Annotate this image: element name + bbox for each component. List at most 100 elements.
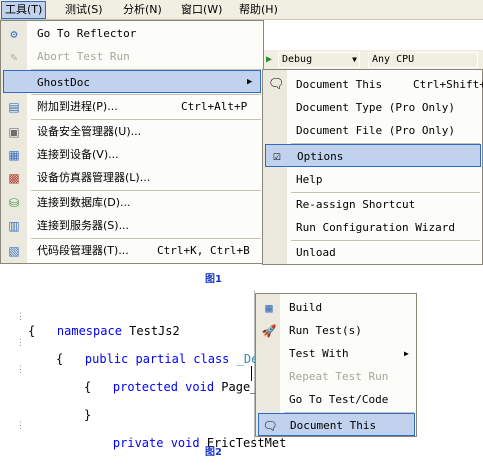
- outline-marker: ⋮: [16, 338, 25, 348]
- emulator-manager-icon: ▩: [8, 171, 20, 185]
- menu-window[interactable]: 窗口(W): [178, 1, 225, 19]
- speech-bubble-icon: 🗨: [268, 77, 285, 92]
- tools-menu: ⚙ Go To Reflector ✎ Abort Test Run Ghost…: [0, 20, 264, 264]
- code-editor[interactable]: ⋮ ⋮ ⋮ ⋮ namespace TestJs2 { public parti…: [0, 290, 294, 450]
- menu-item-label: Run Test(s): [289, 324, 362, 337]
- menu-item-label: Document This: [296, 78, 383, 91]
- abort-test-icon: ✎: [10, 50, 18, 64]
- menu-item-label: 设备安全管理器(U)...: [37, 125, 142, 138]
- menu-item-label: 连接到服务器(S)...: [37, 219, 130, 232]
- figure-1-caption: 图1: [205, 274, 222, 285]
- menu-item-label: 连接到设备(V)...: [37, 148, 119, 161]
- menu-item-label: Abort Test Run: [37, 50, 130, 63]
- menu-item-label: Go To Reflector: [37, 27, 137, 40]
- menu-item-document-this[interactable]: 🗨 Document This: [258, 413, 415, 436]
- editor-context-menu: ▦ Build 🚀 Run Test(s) Test With ▶ Repeat…: [255, 293, 417, 437]
- menu-item-attach-to-process[interactable]: ▤ 附加到进程(P)... Ctrl+Alt+P: [1, 95, 263, 118]
- build-icon: ▦: [265, 301, 273, 315]
- solution-platform-value: Any CPU: [372, 54, 415, 65]
- menu-item-label: Unload: [296, 246, 336, 259]
- menu-item-label: Run Configuration Wizard: [296, 221, 455, 234]
- menu-item-shortcut: Ctrl+Shift+D: [413, 78, 483, 91]
- solution-config-combo[interactable]: Debug ▼: [278, 52, 360, 68]
- outline-marker: ⋮: [16, 312, 25, 322]
- device-security-icon: ▣: [8, 125, 20, 139]
- database-icon: ⛁: [8, 196, 20, 210]
- menu-item-shortcut: Ctrl+K, Ctrl+B: [157, 244, 250, 257]
- menu-help[interactable]: 帮助(H): [236, 1, 281, 19]
- connect-device-icon: ▦: [8, 148, 20, 162]
- submenu-arrow-icon: ▶: [247, 77, 253, 87]
- menu-item-ghostdoc[interactable]: GhostDoc ▶: [3, 70, 261, 93]
- menu-item-label: 连接到数据库(D)...: [37, 196, 131, 209]
- outline-marker: ⋮: [16, 365, 25, 375]
- menu-item-build[interactable]: ▦ Build: [256, 296, 416, 319]
- attach-process-icon: ▤: [8, 100, 20, 114]
- code-line-brace: {: [84, 380, 92, 394]
- menu-item-label: Options: [297, 150, 344, 163]
- standard-toolbar: ▶ Debug ▼ Any CPU: [264, 50, 483, 70]
- menu-item-device-emulator-manager[interactable]: ▩ 设备仿真器管理器(L)...: [1, 166, 263, 189]
- speech-bubble-icon: 🗨: [262, 419, 278, 433]
- text-cursor: [251, 366, 252, 381]
- menu-item-code-snippets-manager[interactable]: ▧ 代码段管理器(T)... Ctrl+K, Ctrl+B: [1, 239, 263, 262]
- code-line-brace: }: [84, 408, 92, 422]
- menu-item-label: 附加到进程(P)...: [37, 100, 118, 113]
- menu-item-label: Document File (Pro Only): [296, 124, 455, 137]
- menu-item-label: Document This: [290, 419, 377, 432]
- menu-item-options[interactable]: ☑ Options: [265, 144, 481, 167]
- menu-item-reassign-shortcut[interactable]: Re-assign Shortcut: [263, 193, 482, 216]
- menu-item-label: 代码段管理器(T)...: [37, 244, 129, 257]
- menu-bar: 工具(T) 测试(S) 分析(N) 窗口(W) 帮助(H): [0, 0, 483, 20]
- keyword: namespace: [56, 324, 122, 338]
- menu-item-document-type[interactable]: Document Type (Pro Only): [263, 96, 482, 119]
- keyword: public partial class: [84, 352, 230, 366]
- solution-platform-combo[interactable]: Any CPU: [368, 52, 478, 68]
- menu-item-label: GhostDoc: [37, 76, 90, 89]
- menu-item-run-configuration-wizard[interactable]: Run Configuration Wizard: [263, 216, 482, 239]
- keyword: private void: [112, 436, 200, 450]
- menu-item-label: Test With: [289, 347, 349, 360]
- menu-item-test-with[interactable]: Test With ▶: [256, 342, 416, 365]
- ghostdoc-submenu: 🗨 Document This Ctrl+Shift+D Document Ty…: [262, 69, 483, 265]
- menu-item-connect-to-server[interactable]: ▥ 连接到服务器(S)...: [1, 214, 263, 237]
- menu-item-shortcut: Ctrl+Alt+P: [181, 100, 248, 113]
- code-line-brace: {: [56, 352, 64, 366]
- menu-item-document-file[interactable]: Document File (Pro Only): [263, 119, 482, 142]
- menu-item-abort-test-run: ✎ Abort Test Run: [1, 45, 263, 68]
- menu-tools[interactable]: 工具(T): [1, 1, 47, 19]
- submenu-arrow-icon: ▶: [404, 349, 409, 358]
- menu-item-help[interactable]: Help: [263, 168, 482, 191]
- menu-item-connect-to-device[interactable]: ▦ 连接到设备(V)...: [1, 143, 263, 166]
- reflector-icon: ⚙: [10, 27, 18, 41]
- start-debug-icon[interactable]: ▶: [266, 54, 272, 65]
- menu-item-label: Repeat Test Run: [289, 370, 389, 383]
- menu-item-device-security-manager[interactable]: ▣ 设备安全管理器(U)...: [1, 120, 263, 143]
- menu-item-go-to-reflector[interactable]: ⚙ Go To Reflector: [1, 22, 263, 45]
- keyword: protected void: [112, 380, 215, 394]
- server-icon: ▥: [8, 219, 20, 233]
- rocket-icon: 🚀: [261, 324, 277, 338]
- menu-item-unload[interactable]: Unload: [263, 241, 482, 264]
- snippets-icon: ▧: [8, 244, 20, 258]
- menu-item-go-to-test-code[interactable]: Go To Test/Code: [256, 388, 416, 411]
- solution-config-value: Debug: [282, 54, 313, 65]
- menu-item-run-tests[interactable]: 🚀 Run Test(s): [256, 319, 416, 342]
- menu-item-label: Build: [289, 301, 323, 314]
- menu-item-document-this[interactable]: 🗨 Document This Ctrl+Shift+D: [263, 73, 483, 96]
- menu-item-connect-to-database[interactable]: ⛁ 连接到数据库(D)...: [1, 191, 263, 214]
- options-icon: ☑: [273, 149, 281, 164]
- menu-analyze[interactable]: 分析(N): [120, 1, 165, 19]
- chevron-down-icon[interactable]: ▼: [352, 53, 357, 67]
- outline-marker: ⋮: [16, 421, 25, 431]
- figure-2-caption: 图2: [205, 447, 222, 458]
- menu-test[interactable]: 测试(S): [62, 1, 106, 19]
- menu-item-label: Go To Test/Code: [289, 393, 389, 406]
- code-line-brace: {: [28, 324, 36, 338]
- menu-item-label: 设备仿真器管理器(L)...: [37, 171, 151, 184]
- menu-item-label: Document Type (Pro Only): [296, 101, 455, 114]
- menu-item-label: Re-assign Shortcut: [296, 198, 416, 211]
- menu-item-label: Help: [296, 173, 323, 186]
- identifier: TestJs2: [121, 324, 180, 338]
- menu-item-repeat-test-run: Repeat Test Run: [256, 365, 416, 388]
